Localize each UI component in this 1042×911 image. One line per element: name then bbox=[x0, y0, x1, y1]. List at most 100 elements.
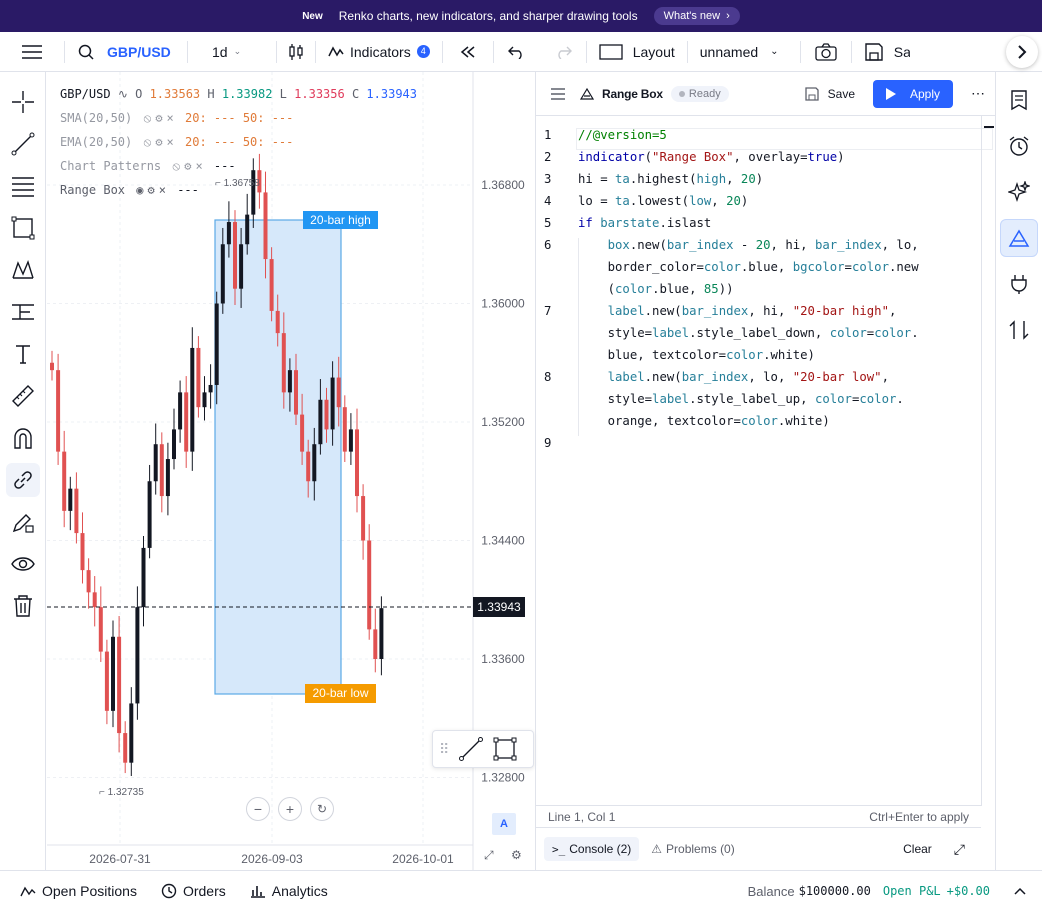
symbol-search[interactable]: GBP/USD bbox=[65, 32, 187, 72]
terminal-icon: >_ bbox=[552, 842, 566, 856]
code-line[interactable]: style=label.style_label_up, color=color. bbox=[578, 392, 904, 406]
zoom-in-button[interactable]: + bbox=[278, 797, 302, 821]
remove-drawings-tool[interactable] bbox=[6, 589, 40, 623]
code-line[interactable]: //@version=5 bbox=[578, 128, 667, 142]
console-tab[interactable]: >_ Console (2) bbox=[544, 837, 640, 861]
watchlist-button[interactable] bbox=[1000, 81, 1038, 119]
legend-ema-row[interactable]: EMA(20,50) ⦸ ⚙ × 20: --- 50: --- bbox=[60, 135, 293, 150]
time-scale[interactable]: 2026-07-31 2026-09-03 2026-10-01 bbox=[89, 852, 454, 866]
close-icon[interactable]: × bbox=[167, 111, 174, 125]
menu-button[interactable] bbox=[0, 32, 64, 72]
hidden-eye-icon[interactable]: ⦸ bbox=[172, 159, 180, 173]
more-options-button[interactable]: ⋯ bbox=[971, 85, 985, 102]
code-editor[interactable]: 1 //@version=5 2 indicator("Range Box", ove… bbox=[536, 116, 994, 806]
crosshair-tool[interactable] bbox=[6, 85, 40, 119]
settings-icon[interactable]: ⚙ bbox=[148, 183, 155, 197]
legend-rangebox-row[interactable]: Range Box ◉ ⚙ × --- bbox=[60, 183, 199, 197]
analytics-tab[interactable]: Analytics bbox=[238, 883, 340, 899]
editor-scrollbar[interactable] bbox=[981, 116, 994, 806]
candle-body bbox=[62, 451, 67, 511]
text-tool[interactable] bbox=[6, 337, 40, 371]
zoom-out-button[interactable]: − bbox=[246, 797, 270, 821]
chart-type-button[interactable] bbox=[277, 32, 315, 72]
eye-icon[interactable]: ◉ bbox=[136, 183, 143, 197]
code-line[interactable]: indicator("Range Box", overlay=true) bbox=[578, 150, 845, 164]
indicator-wave-icon: ∿ bbox=[117, 87, 128, 101]
bottom-bar: Open Positions Orders Analytics Balance … bbox=[0, 870, 1042, 911]
candle-body bbox=[74, 488, 79, 534]
settings-icon[interactable]: ⚙ bbox=[155, 111, 162, 125]
layout-name-dropdown[interactable]: unnamed ⌄ bbox=[688, 32, 800, 72]
replay-button[interactable] bbox=[443, 32, 493, 72]
orders-tab[interactable]: Orders bbox=[149, 883, 238, 899]
interval-dropdown[interactable]: 1d ⌄ bbox=[188, 32, 276, 72]
settings-icon[interactable]: ⚙ bbox=[184, 159, 191, 173]
ai-assistant-button[interactable] bbox=[1000, 173, 1038, 211]
hidden-eye-icon[interactable]: ⦸ bbox=[143, 135, 151, 149]
screenshot-button[interactable] bbox=[801, 32, 851, 72]
code-line[interactable]: label.new(bar_index, hi, "20-bar high", bbox=[578, 304, 897, 318]
rectangle-icon[interactable] bbox=[493, 737, 517, 761]
auto-scale-button[interactable]: A bbox=[492, 813, 516, 835]
close-icon[interactable]: × bbox=[195, 159, 202, 173]
legend-patterns-row[interactable]: Chart Patterns ⦸ ⚙ × --- bbox=[60, 159, 236, 174]
layout-button[interactable]: Layout bbox=[587, 32, 687, 72]
expand-icon: ⤢ bbox=[953, 840, 965, 857]
toolbar-scroll-right-button[interactable] bbox=[1006, 36, 1038, 68]
code-line[interactable]: lo = ta.lowest(low, 20) bbox=[578, 194, 748, 208]
scrollbar-thumb[interactable] bbox=[984, 126, 994, 128]
code-line[interactable]: border_color=color.blue, bgcolor=color.n… bbox=[578, 260, 919, 274]
alerts-button[interactable] bbox=[1000, 127, 1038, 165]
candle-body bbox=[269, 259, 274, 311]
trendline-icon[interactable] bbox=[459, 737, 484, 761]
visibility-tool[interactable] bbox=[6, 547, 40, 581]
chart-area[interactable]: 20-bar high 20-bar low ⌐ 1.36758 ⌐ 1.327… bbox=[47, 72, 534, 870]
lock-tool[interactable] bbox=[6, 505, 40, 539]
maximize-panel-button[interactable]: ⤢ bbox=[954, 841, 965, 858]
clear-console-button[interactable]: Clear bbox=[903, 842, 932, 856]
magnet-tool[interactable] bbox=[6, 421, 40, 455]
close-icon[interactable]: × bbox=[159, 183, 166, 197]
code-line[interactable]: blue, textcolor=color.white) bbox=[578, 348, 815, 362]
indicators-button[interactable]: Indicators 4 bbox=[316, 32, 442, 72]
brokers-button[interactable] bbox=[1000, 265, 1038, 303]
fullscreen-chart-button[interactable]: ⤢ bbox=[484, 848, 500, 864]
pine-editor-button[interactable] bbox=[1000, 219, 1038, 257]
lock-drawings-tool[interactable] bbox=[6, 463, 40, 497]
code-line[interactable]: if barstate.islast bbox=[578, 216, 711, 230]
problems-tab[interactable]: ⚠ Problems (0) bbox=[647, 837, 738, 861]
forecast-tool[interactable] bbox=[6, 295, 40, 329]
range-box[interactable] bbox=[214, 219, 342, 695]
collapse-panel-button[interactable] bbox=[1014, 887, 1026, 895]
code-line[interactable]: (color.blue, 85)) bbox=[578, 282, 734, 296]
measure-tool[interactable] bbox=[6, 379, 40, 413]
save-script-button[interactable]: Save bbox=[804, 86, 855, 102]
reset-zoom-button[interactable]: ↻ bbox=[310, 797, 334, 821]
rectangle-tool[interactable] bbox=[6, 211, 40, 245]
open-positions-tab[interactable]: Open Positions bbox=[0, 883, 149, 899]
code-line[interactable]: label.new(bar_index, lo, "20-bar low", bbox=[578, 370, 889, 384]
undo-button[interactable] bbox=[494, 32, 540, 72]
code-line[interactable]: box.new(bar_index - 20, hi, bar_index, l… bbox=[578, 238, 919, 252]
hidden-eye-icon[interactable]: ⦸ bbox=[143, 111, 151, 125]
legend-sma-row[interactable]: SMA(20,50) ⦸ ⚙ × 20: --- 50: --- bbox=[60, 111, 293, 126]
pattern-tool[interactable] bbox=[6, 253, 40, 287]
redo-button[interactable] bbox=[540, 32, 586, 72]
hamburger-icon[interactable] bbox=[550, 87, 566, 101]
code-line[interactable]: style=label.style_label_down, color=colo… bbox=[578, 326, 919, 340]
price-scale[interactable]: 1.36800 1.36000 1.35200 1.34400 1.33600 1.328… bbox=[481, 178, 525, 785]
chart-settings-button[interactable]: ⚙ bbox=[511, 848, 527, 864]
fib-tool[interactable] bbox=[6, 169, 40, 203]
code-line[interactable]: orange, textcolor=color.white) bbox=[578, 414, 830, 428]
code-line[interactable]: hi = ta.highest(high, 20) bbox=[578, 172, 763, 186]
trading-panel-button[interactable] bbox=[1000, 311, 1038, 349]
search-icon bbox=[78, 44, 94, 60]
save-layout-button[interactable]: Save bbox=[852, 32, 910, 72]
whats-new-button[interactable]: What's new › bbox=[653, 7, 740, 25]
drag-handle-icon[interactable]: ⠿ bbox=[439, 741, 449, 758]
settings-icon[interactable]: ⚙ bbox=[155, 135, 162, 149]
close-icon[interactable]: × bbox=[167, 135, 174, 149]
pencil-lock-icon bbox=[12, 514, 34, 533]
apply-button[interactable]: Apply bbox=[873, 79, 953, 108]
trendline-tool[interactable] bbox=[6, 127, 40, 161]
